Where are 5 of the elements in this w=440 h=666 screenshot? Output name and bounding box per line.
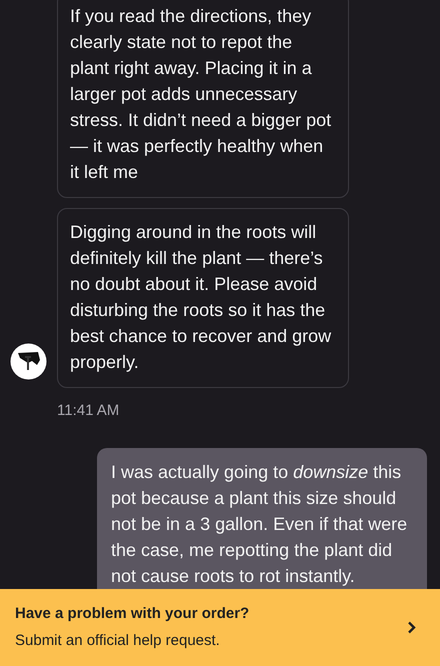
message-time: 11:41 AM (57, 402, 120, 419)
message-bubble: If you read the directions, they clearly state not to repot the plant right away. Placing it in a larger pot adds unnecessary stress. It didn’t need a bigger pot — it was perfectly healthy when it left me (57, 0, 349, 198)
message-bubble: Digging around in the roots will definitely kill the plant — there’s no doubt about it. Please avoid disturbing the roots so it has the best chance to recover and grow properly. (57, 208, 349, 388)
help-banner[interactable]: Have a problem with your order? Submit an official help request. (0, 589, 440, 666)
chevron-right-icon (407, 621, 416, 634)
